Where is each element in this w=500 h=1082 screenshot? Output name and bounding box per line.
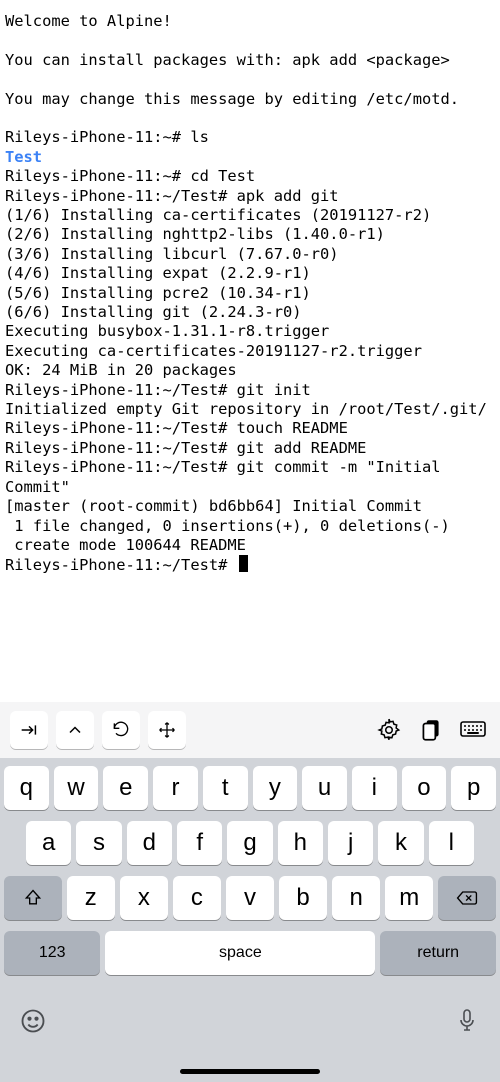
mic-icon[interactable] xyxy=(452,1006,482,1036)
tab-key-button[interactable] xyxy=(10,711,48,749)
key-n[interactable]: n xyxy=(332,876,380,920)
gear-icon[interactable] xyxy=(372,713,406,747)
key-x[interactable]: x xyxy=(120,876,168,920)
emoji-icon[interactable] xyxy=(18,1006,48,1036)
key-z[interactable]: z xyxy=(67,876,115,920)
onscreen-keyboard: qwertyuiop asdfghjkl zxcvbnm 123 space r… xyxy=(0,702,500,1082)
key-k[interactable]: k xyxy=(378,821,423,865)
terminal-line: Welcome to Alpine! xyxy=(5,12,495,31)
key-d[interactable]: d xyxy=(127,821,172,865)
home-indicator xyxy=(180,1069,320,1074)
shift-key[interactable] xyxy=(4,876,62,920)
key-s[interactable]: s xyxy=(76,821,121,865)
clipboard-icon[interactable] xyxy=(414,713,448,747)
numeric-key[interactable]: 123 xyxy=(4,931,100,975)
keyboard-toggle-icon[interactable] xyxy=(456,713,490,747)
keyboard-row-1: qwertyuiop xyxy=(4,766,496,810)
terminal-line: Rileys-iPhone-11:~/Test# git init xyxy=(5,381,495,400)
terminal-line: OK: 24 MiB in 20 packages xyxy=(5,361,495,380)
backspace-key[interactable] xyxy=(438,876,496,920)
terminal-line: create mode 100644 README xyxy=(5,536,495,555)
key-v[interactable]: v xyxy=(226,876,274,920)
key-p[interactable]: p xyxy=(451,766,496,810)
key-f[interactable]: f xyxy=(177,821,222,865)
key-i[interactable]: i xyxy=(352,766,397,810)
caret-up-button[interactable] xyxy=(56,711,94,749)
key-l[interactable]: l xyxy=(429,821,474,865)
arrows-move-button[interactable] xyxy=(148,711,186,749)
terminal-line: Rileys-iPhone-11:~/Test# apk add git xyxy=(5,187,495,206)
keyboard-row-3: zxcvbnm xyxy=(4,876,496,920)
keyboard-bottom-bar xyxy=(0,992,500,1042)
terminal-output[interactable]: Welcome to Alpine! You can install packag… xyxy=(0,0,500,702)
terminal-line: Executing busybox-1.31.1-r8.trigger xyxy=(5,322,495,341)
key-j[interactable]: j xyxy=(328,821,373,865)
terminal-line: You may change this message by editing /… xyxy=(5,90,495,109)
key-c[interactable]: c xyxy=(173,876,221,920)
terminal-line: Initialized empty Git repository in /roo… xyxy=(5,400,495,419)
terminal-line: Test xyxy=(5,148,495,167)
key-h[interactable]: h xyxy=(278,821,323,865)
key-m[interactable]: m xyxy=(385,876,433,920)
key-a[interactable]: a xyxy=(26,821,71,865)
terminal-line: Executing ca-certificates-20191127-r2.tr… xyxy=(5,342,495,361)
keyboard-toolbar xyxy=(0,702,500,758)
key-b[interactable]: b xyxy=(279,876,327,920)
terminal-line: (6/6) Installing git (2.24.3-r0) xyxy=(5,303,495,322)
key-t[interactable]: t xyxy=(203,766,248,810)
terminal-line: Rileys-iPhone-11:~# cd Test xyxy=(5,167,495,186)
terminal-line: (4/6) Installing expat (2.2.9-r1) xyxy=(5,264,495,283)
terminal-line: You can install packages with: apk add <… xyxy=(5,51,495,70)
key-q[interactable]: q xyxy=(4,766,49,810)
terminal-line: (1/6) Installing ca-certificates (201911… xyxy=(5,206,495,225)
keyboard-row-2: asdfghjkl xyxy=(4,821,496,865)
history-button[interactable] xyxy=(102,711,140,749)
terminal-line: Rileys-iPhone-11:~/Test# git commit -m "… xyxy=(5,458,495,497)
terminal-line: Rileys-iPhone-11:~/Test# git add README xyxy=(5,439,495,458)
key-o[interactable]: o xyxy=(402,766,447,810)
return-key[interactable]: return xyxy=(380,931,496,975)
terminal-line: (5/6) Installing pcre2 (10.34-r1) xyxy=(5,284,495,303)
space-key[interactable]: space xyxy=(105,931,375,975)
key-y[interactable]: y xyxy=(253,766,298,810)
terminal-line: Rileys-iPhone-11:~/Test# touch README xyxy=(5,419,495,438)
terminal-line: Rileys-iPhone-11:~/Test# xyxy=(5,555,495,575)
keyboard-rows: qwertyuiop asdfghjkl zxcvbnm 123 space r… xyxy=(0,758,500,992)
keyboard-row-4: 123 space return xyxy=(4,931,496,975)
key-g[interactable]: g xyxy=(227,821,272,865)
terminal-line: Rileys-iPhone-11:~# ls xyxy=(5,128,495,147)
terminal-line: (3/6) Installing libcurl (7.67.0-r0) xyxy=(5,245,495,264)
terminal-line: [master (root-commit) bd6bb64] Initial C… xyxy=(5,497,495,516)
terminal-line: 1 file changed, 0 insertions(+), 0 delet… xyxy=(5,517,495,536)
key-w[interactable]: w xyxy=(54,766,99,810)
key-u[interactable]: u xyxy=(302,766,347,810)
key-r[interactable]: r xyxy=(153,766,198,810)
terminal-line: (2/6) Installing nghttp2-libs (1.40.0-r1… xyxy=(5,225,495,244)
key-e[interactable]: e xyxy=(103,766,148,810)
